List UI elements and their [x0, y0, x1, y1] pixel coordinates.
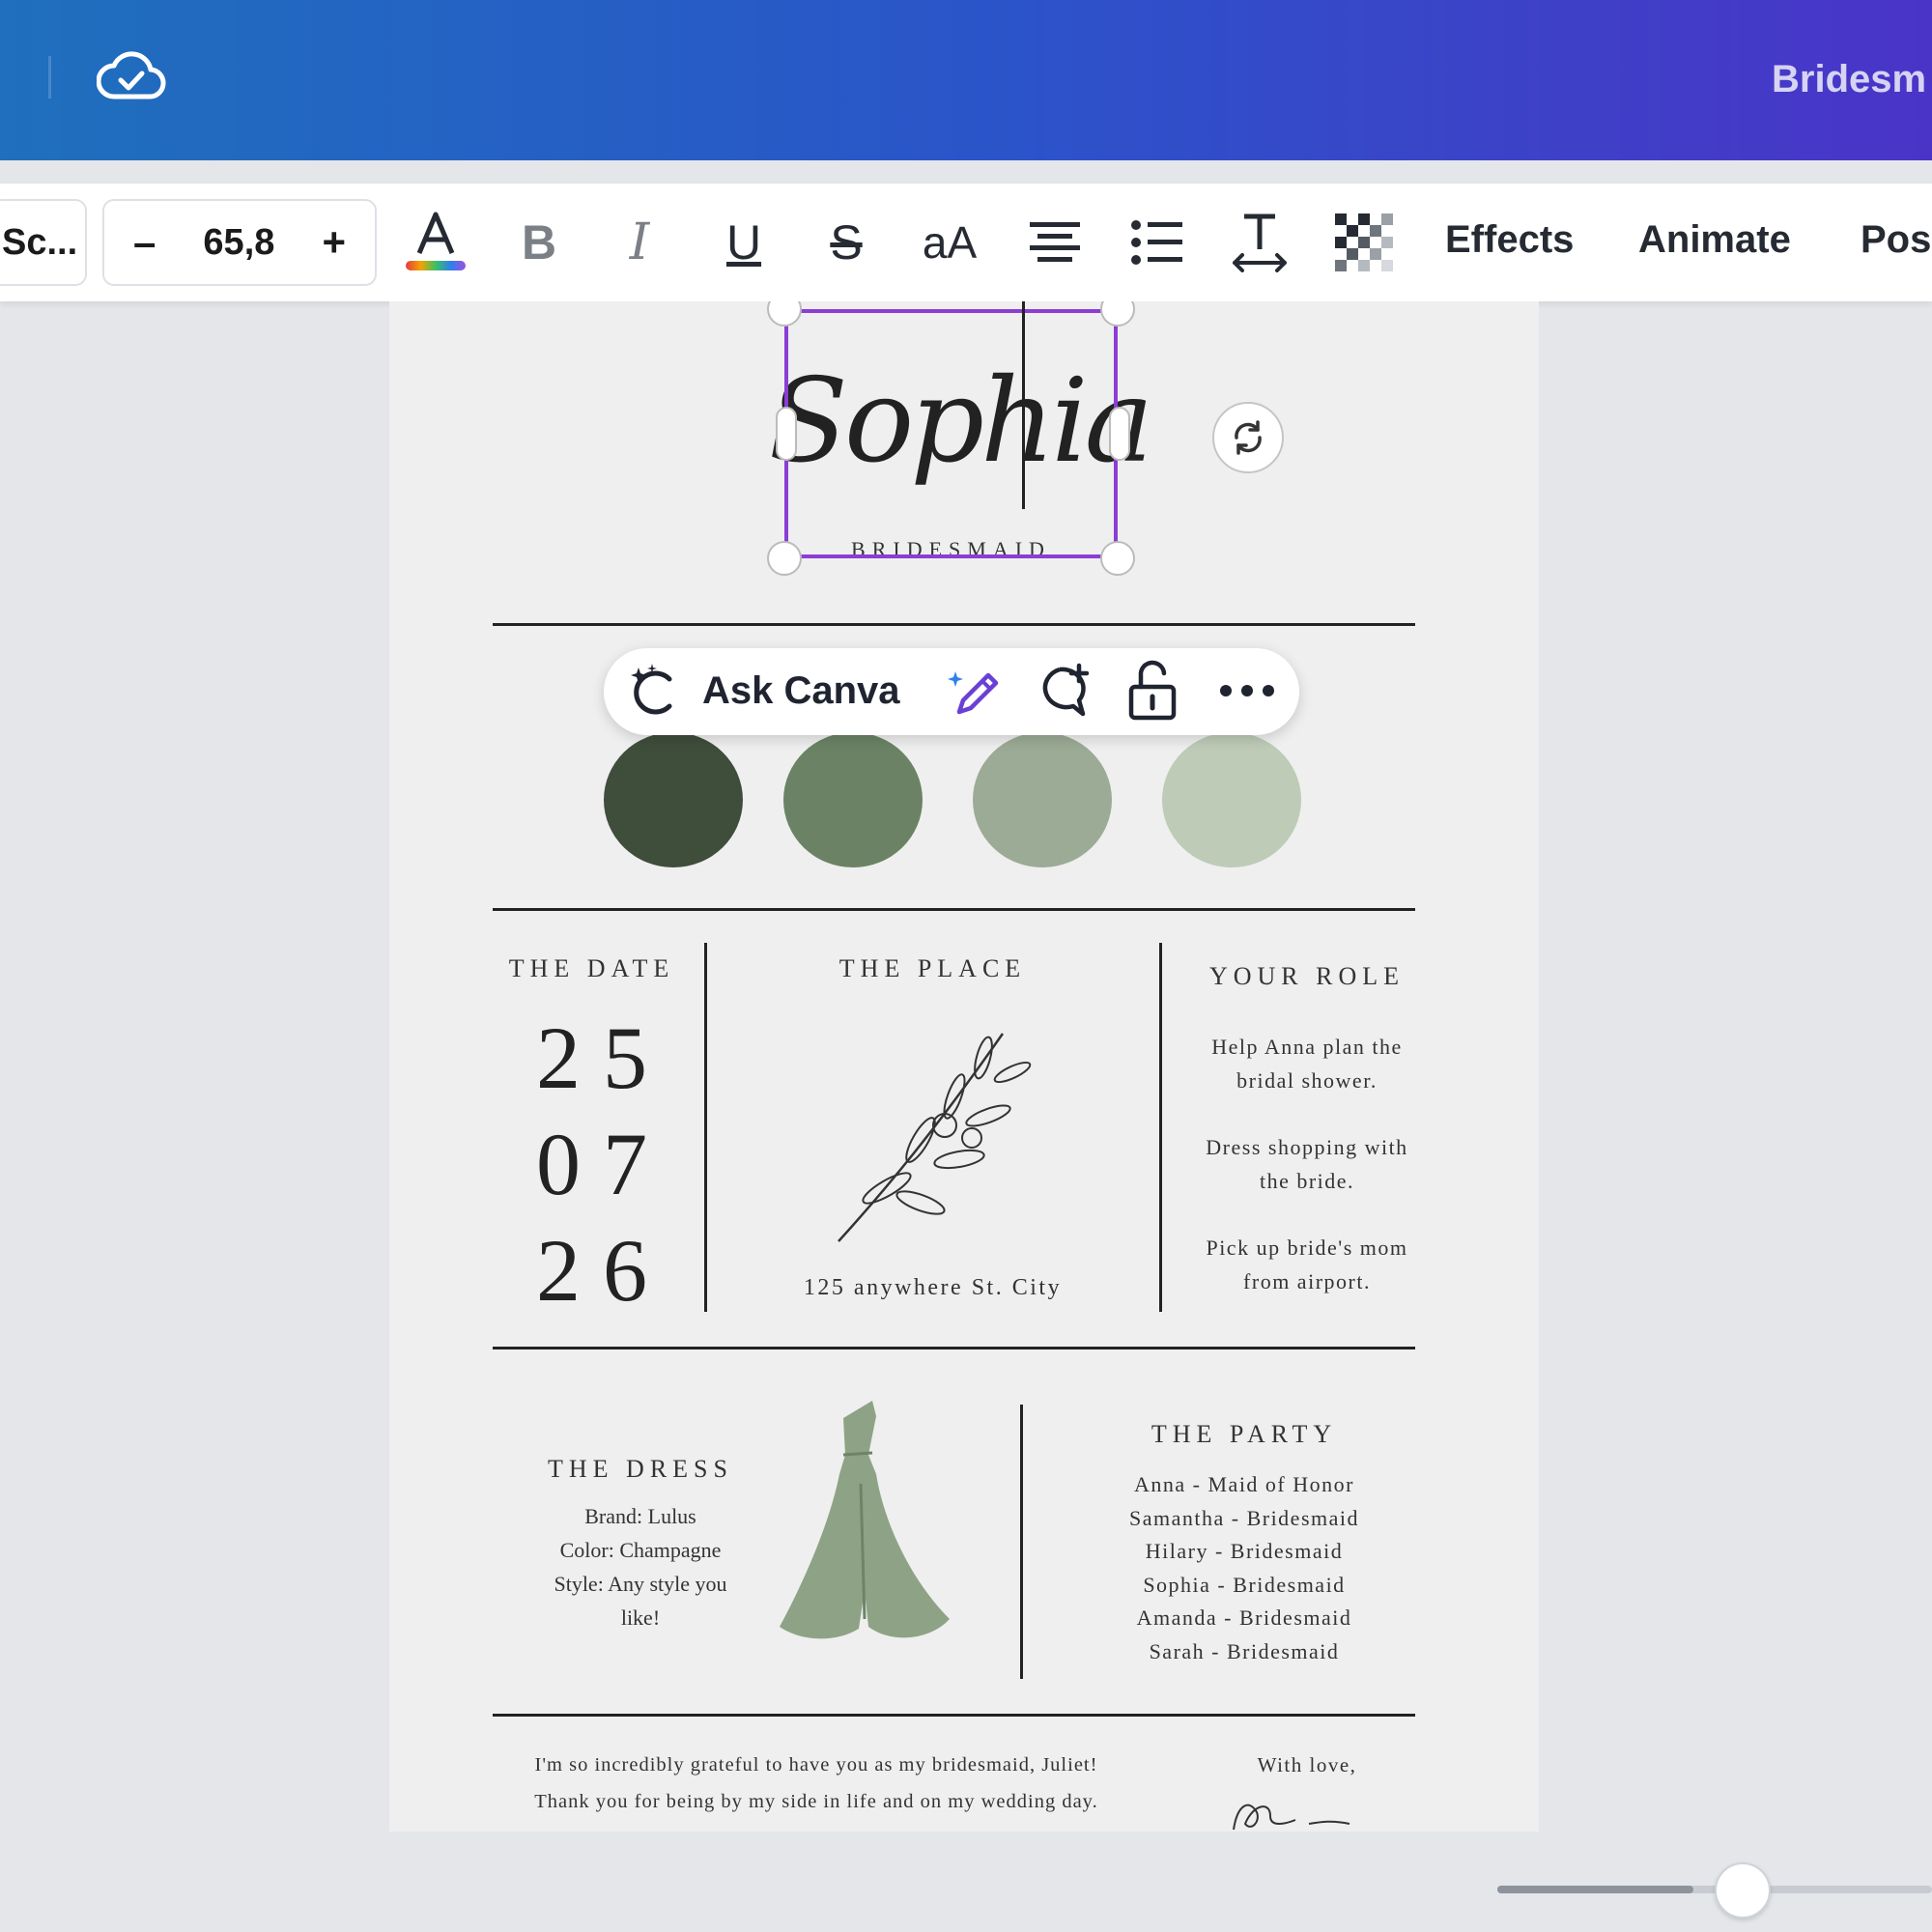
column-divider: [704, 943, 707, 1312]
letter-case-button[interactable]: aA: [916, 209, 983, 276]
palette-swatch-3[interactable]: [973, 732, 1112, 867]
date-year: 2 6: [536, 1221, 647, 1320]
role-line: Help Anna plan the: [1211, 1035, 1403, 1059]
note-line: I'm so incredibly grateful to have you a…: [534, 1754, 1098, 1776]
align-center-icon: [1030, 222, 1080, 262]
date-month: 0 7: [536, 1115, 647, 1213]
document-title[interactable]: Bridesm: [1772, 58, 1926, 101]
dress-color: Color: Champagne: [559, 1538, 722, 1562]
resize-handle-bottom-right[interactable]: [1100, 541, 1135, 576]
role-line: Dress shopping with: [1206, 1135, 1408, 1159]
party-member: Samantha - Bridesmaid: [1128, 1505, 1359, 1530]
dress-style: Style: Any style you: [554, 1572, 727, 1596]
zoom-slider-fill: [1497, 1886, 1693, 1893]
party-member: Anna - Maid of Honor: [1134, 1472, 1354, 1496]
font-family-dropdown[interactable]: Sc...: [0, 199, 87, 286]
transparency-icon: [1335, 213, 1393, 271]
party-member: Amanda - Bridesmaid: [1136, 1605, 1352, 1630]
top-bar-divider: [48, 56, 51, 99]
selection-box[interactable]: [784, 309, 1118, 558]
align-center-button[interactable]: [1024, 209, 1086, 276]
role-item: Pick up bride's mom from airport.: [1162, 1231, 1452, 1298]
role-line: from airport.: [1243, 1269, 1371, 1293]
text-toolbar: Sc... – 65,8 + B I U S aA Effects Animat…: [0, 184, 1932, 301]
underline-button[interactable]: U: [715, 209, 773, 276]
strikethrough-button[interactable]: S: [817, 209, 875, 276]
column-divider: [1020, 1405, 1023, 1679]
bold-button[interactable]: B: [510, 209, 568, 276]
party-member: Sarah - Bridesmaid: [1149, 1638, 1340, 1663]
bullet-list-button[interactable]: [1126, 209, 1188, 276]
text-color-icon: [406, 212, 466, 270]
divider-line: [493, 1347, 1415, 1350]
transparency-button[interactable]: [1333, 209, 1395, 276]
ask-canva-toolbar: Ask Canva: [604, 648, 1299, 735]
divider-line: [493, 1714, 1415, 1717]
unlock-icon[interactable]: [1123, 660, 1181, 724]
dress-heading: THE DRESS: [548, 1455, 733, 1483]
thank-you-note: I'm so incredibly grateful to have you a…: [493, 1747, 1140, 1820]
letter-spacing-button[interactable]: [1229, 209, 1291, 276]
party-member: Hilary - Bridesmaid: [1145, 1539, 1344, 1563]
role-heading: YOUR ROLE: [1208, 962, 1406, 990]
cloud-check-icon[interactable]: [97, 50, 166, 104]
text-cursor: [1022, 301, 1025, 509]
role-item: Dress shopping with the bride.: [1162, 1130, 1452, 1198]
role-item: Help Anna plan the bridal shower.: [1162, 1030, 1452, 1097]
divider-line: [493, 623, 1415, 626]
note-line: Thank you for being by my side in life a…: [534, 1791, 1098, 1812]
date-heading: THE DATE: [508, 954, 675, 982]
rotate-button[interactable]: [1212, 402, 1284, 473]
dress-style: like!: [620, 1605, 661, 1630]
text-color-button[interactable]: [402, 209, 469, 276]
zoom-slider-handle[interactable]: [1715, 1862, 1771, 1918]
palette-swatch-2[interactable]: [783, 732, 923, 867]
magic-canva-icon[interactable]: [625, 662, 685, 722]
design-page[interactable]: Sophia BRIDESMAID THE DATE 2 5 0 7 2 6 T…: [389, 301, 1539, 1832]
olive-branch-icon: [838, 1033, 1032, 1242]
magic-write-icon[interactable]: [944, 662, 1006, 724]
resize-handle-bottom-left[interactable]: [767, 541, 802, 576]
top-bar: Bridesm: [0, 0, 1932, 160]
divider-line: [493, 908, 1415, 911]
bullet-list-icon: [1131, 220, 1182, 265]
place-address: 125 anywhere St. City: [803, 1275, 1063, 1300]
increase-font-size-button[interactable]: +: [322, 219, 346, 266]
letter-spacing-icon: [1233, 213, 1287, 272]
italic-button[interactable]: I: [611, 209, 668, 276]
decrease-font-size-button[interactable]: –: [133, 219, 156, 266]
date-day: 2 5: [536, 1009, 647, 1107]
role-line: Pick up bride's mom: [1206, 1236, 1408, 1260]
effects-button[interactable]: Effects: [1445, 218, 1574, 262]
position-button[interactable]: Pos: [1861, 218, 1931, 262]
add-comment-icon[interactable]: [1031, 662, 1093, 724]
place-heading: THE PLACE: [838, 954, 1027, 982]
note-closing: With love,: [1257, 1753, 1357, 1776]
role-line: the bride.: [1259, 1169, 1355, 1193]
date-values: 2 5 0 7 2 6: [493, 1005, 691, 1323]
party-member: Sophia - Bridesmaid: [1143, 1572, 1346, 1597]
party-heading: THE PARTY: [1151, 1420, 1338, 1448]
font-size-stepper: – 65,8 +: [102, 199, 377, 286]
resize-handle-right[interactable]: [1109, 407, 1130, 461]
more-options-icon[interactable]: [1218, 681, 1276, 700]
party-list: Anna - Maid of Honor Samantha - Bridesma…: [1046, 1468, 1442, 1668]
palette-swatch-4[interactable]: [1162, 732, 1301, 867]
role-line: bridal shower.: [1236, 1068, 1378, 1093]
font-size-input[interactable]: 65,8: [203, 222, 274, 264]
dress-illustration: [780, 1401, 950, 1639]
animate-button[interactable]: Animate: [1638, 218, 1791, 262]
ask-canva-button[interactable]: Ask Canva: [702, 669, 900, 713]
signature: [1233, 1804, 1350, 1831]
palette-swatch-1[interactable]: [604, 732, 743, 867]
rotate-icon: [1235, 420, 1262, 455]
dress-brand: Brand: Lulus: [584, 1504, 696, 1528]
resize-handle-left[interactable]: [776, 407, 797, 461]
dress-details: Brand: Lulus Color: Champagne Style: Any…: [515, 1499, 766, 1634]
